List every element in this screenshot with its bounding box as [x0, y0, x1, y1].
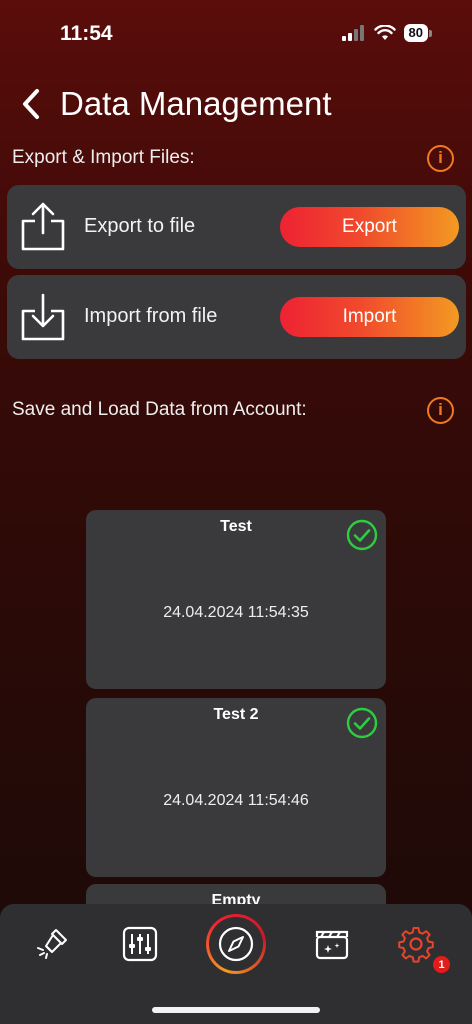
status-icons: 80	[341, 24, 432, 42]
status-time: 11:54	[60, 22, 113, 45]
info-icon[interactable]: i	[427, 144, 454, 172]
home-indicator	[152, 1007, 320, 1013]
check-circle-icon	[346, 707, 378, 739]
download-icon	[21, 293, 65, 341]
export-button[interactable]: Export	[280, 207, 459, 247]
share-upload-icon	[21, 202, 65, 251]
battery-indicator: 80	[403, 24, 432, 42]
battery-tip	[429, 29, 432, 37]
back-button[interactable]	[16, 86, 46, 122]
section-label-export-import: Export & Import Files:	[12, 147, 195, 168]
status-bar: 11:54 80	[0, 0, 472, 70]
export-label: Export to file	[84, 215, 196, 237]
info-icon[interactable]: i	[427, 396, 454, 424]
gear-icon	[398, 927, 434, 963]
check-circle-icon	[346, 519, 378, 551]
battery-level: 80	[403, 24, 428, 42]
page-title: Data Management	[60, 85, 332, 122]
import-card: Import from file Import	[7, 275, 466, 359]
save-slot-card[interactable]: Test 2 24.04.2024 11:54:46	[86, 698, 386, 877]
save-slot-card[interactable]: Test 24.04.2024 11:54:35	[86, 510, 386, 689]
export-import-section-header: Export & Import Files: i	[12, 142, 454, 174]
section-label-account: Save and Load Data from Account:	[12, 399, 307, 420]
save-slot-date: 24.04.2024 11:54:35	[163, 604, 309, 621]
account-section-header: Save and Load Data from Account: i	[12, 394, 454, 426]
import-label: Import from file	[84, 305, 218, 327]
chevron-left-icon	[23, 89, 39, 119]
sliders-icon	[122, 926, 158, 962]
compass-icon	[218, 926, 254, 962]
save-slot-date: 24.04.2024 11:54:46	[163, 792, 309, 809]
export-card: Export to file Export	[7, 185, 466, 269]
flashlight-icon	[37, 929, 67, 959]
tab-mixer[interactable]	[114, 918, 166, 970]
notification-badge: 1	[433, 956, 450, 973]
save-slot-name: Test 2	[213, 706, 259, 723]
tab-flashlight[interactable]	[28, 918, 80, 970]
import-button[interactable]: Import	[280, 297, 459, 337]
tab-compass[interactable]	[206, 914, 266, 974]
header: Data Management	[0, 80, 472, 130]
save-slot-name: Test	[220, 518, 252, 535]
clapperboard-icon	[315, 930, 349, 960]
signal-icon	[341, 25, 364, 41]
tab-bar: 1	[0, 904, 472, 1024]
wifi-icon	[373, 25, 396, 40]
tab-scenes[interactable]	[306, 918, 358, 970]
compass-inner	[209, 917, 263, 971]
